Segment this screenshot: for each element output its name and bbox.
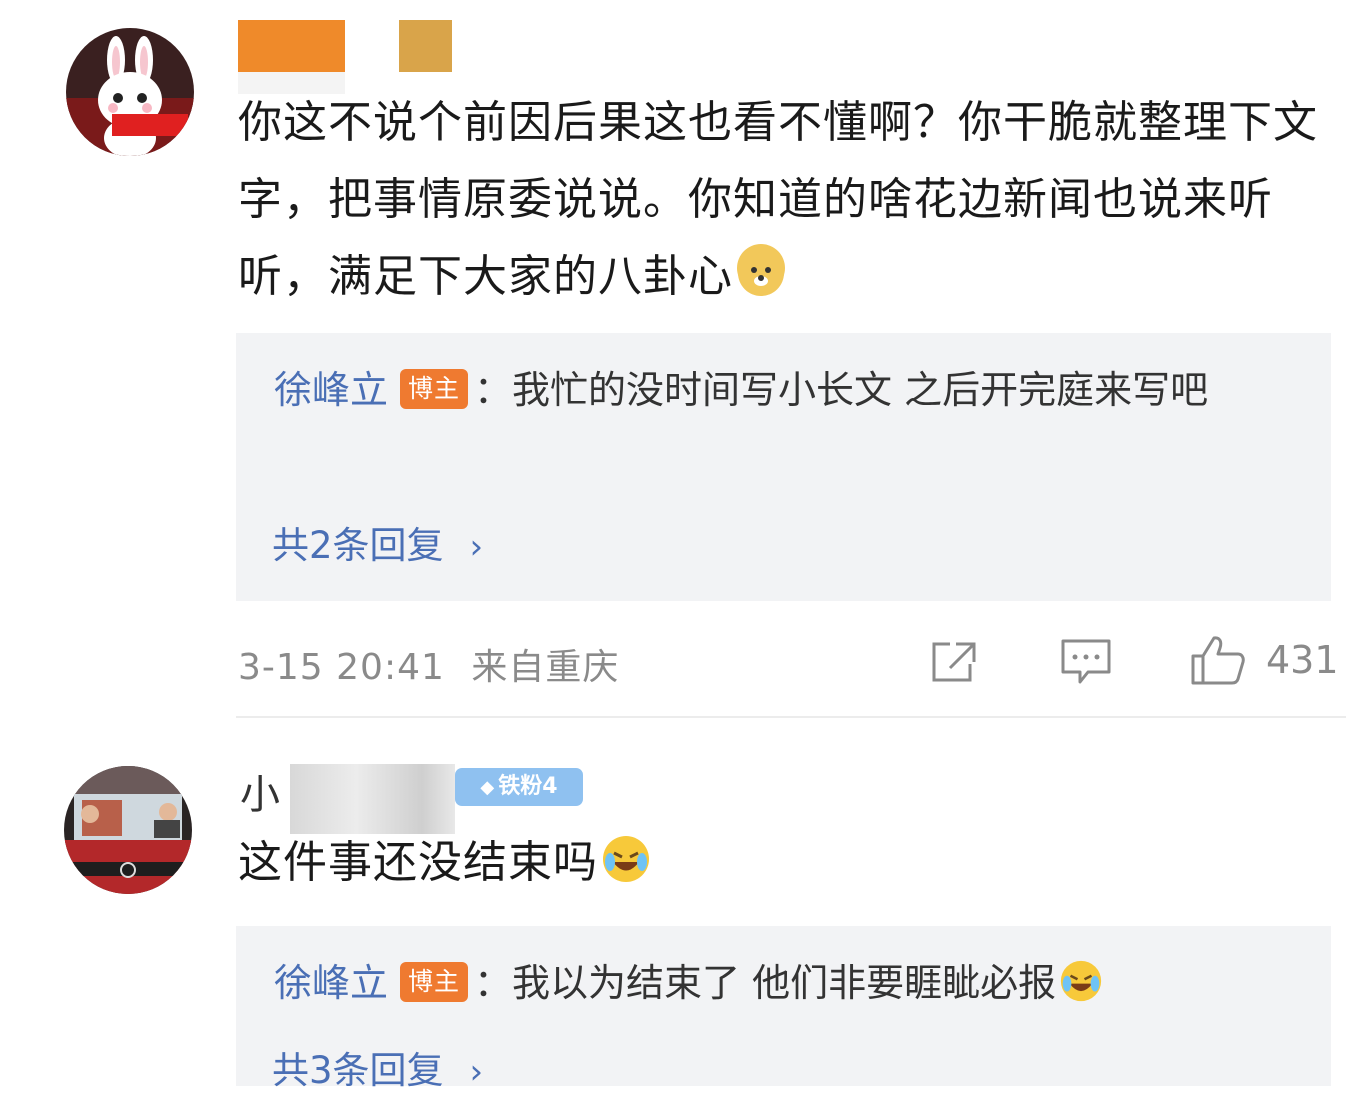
- reply-separator: ：: [474, 368, 513, 412]
- like-icon[interactable]: [1190, 634, 1246, 690]
- doge-emoji-icon: [737, 244, 785, 296]
- username-redacted-part: [399, 20, 452, 72]
- reply-author-link[interactable]: 徐峰立: [274, 368, 388, 412]
- username-redacted[interactable]: [238, 20, 345, 94]
- blogger-badge: 博主: [400, 962, 469, 1002]
- diamond-icon: ◆: [480, 777, 495, 798]
- comment-divider: [236, 716, 1346, 718]
- rabbit-avatar-icon: [66, 28, 194, 156]
- reply-preview[interactable]: 徐峰立 博主 ：我忙的没时间写小长文 之后开完庭来写吧 共2条回复 ›: [236, 333, 1331, 601]
- comment-text: 你这不说个前因后果这也看不懂啊？你干脆就整理下文字，把事情原委说说。你知道的啥花…: [238, 84, 1323, 315]
- like-count: 431: [1266, 638, 1339, 682]
- chevron-right-icon: ›: [469, 1052, 484, 1092]
- username[interactable]: 小: [240, 762, 460, 834]
- reply-content: 徐峰立 博主 ：我以为结束了 他们非要睚眦必报: [274, 948, 1294, 1018]
- view-replies-label: 共3条回复: [272, 1049, 444, 1092]
- car-photo-avatar-icon: [64, 766, 192, 894]
- redaction-block: [238, 20, 345, 72]
- reply-content: 徐峰立 博主 ：我忙的没时间写小长文 之后开完庭来写吧: [274, 355, 1294, 425]
- laugh-cry-emoji-icon: [602, 830, 650, 882]
- username-visible-part: 小: [240, 772, 280, 818]
- fan-level-badge: ◆ 铁粉4: [455, 768, 583, 806]
- fan-level-label: 铁粉4: [498, 774, 558, 799]
- reply-separator: ：: [474, 961, 513, 1005]
- laugh-cry-emoji-icon: [1060, 954, 1102, 1002]
- comment-item: 你这不说个前因后果这也看不懂啊？你干脆就整理下文字，把事情原委说说。你知道的啥花…: [0, 0, 1350, 718]
- blogger-badge: 博主: [400, 369, 469, 409]
- comment-text: 这件事还没结束吗: [238, 824, 1323, 901]
- reply-author-link[interactable]: 徐峰立: [274, 961, 388, 1005]
- view-replies-link[interactable]: 共2条回复 ›: [272, 515, 483, 569]
- share-icon[interactable]: [930, 640, 978, 688]
- reply-text: 我以为结束了 他们非要睚眦必报: [512, 961, 1057, 1005]
- reply-preview[interactable]: 徐峰立 博主 ：我以为结束了 他们非要睚眦必报 共3条回复 ›: [236, 926, 1331, 1092]
- comment-meta: 3-15 20:41 来自重庆: [238, 638, 619, 690]
- comment-item: 小 ◆ 铁粉4 这件事还没结束吗 徐峰立 博主 ：我以为结束了 他们非要睚眦必报 共3…: [0, 720, 1350, 1092]
- chevron-right-icon: ›: [469, 527, 484, 567]
- comment-text-body: 这件事还没结束吗: [238, 837, 598, 888]
- comment-icon[interactable]: [1060, 638, 1112, 690]
- reply-text: 我忙的没时间写小长文 之后开完庭来写吧: [512, 368, 1209, 412]
- comment-location: 来自重庆: [471, 647, 620, 688]
- avatar[interactable]: [66, 28, 194, 156]
- avatar[interactable]: [64, 766, 192, 894]
- comment-time: 3-15 20:41: [238, 647, 445, 688]
- view-replies-link[interactable]: 共3条回复 ›: [272, 1040, 483, 1094]
- view-replies-label: 共2条回复: [272, 524, 444, 567]
